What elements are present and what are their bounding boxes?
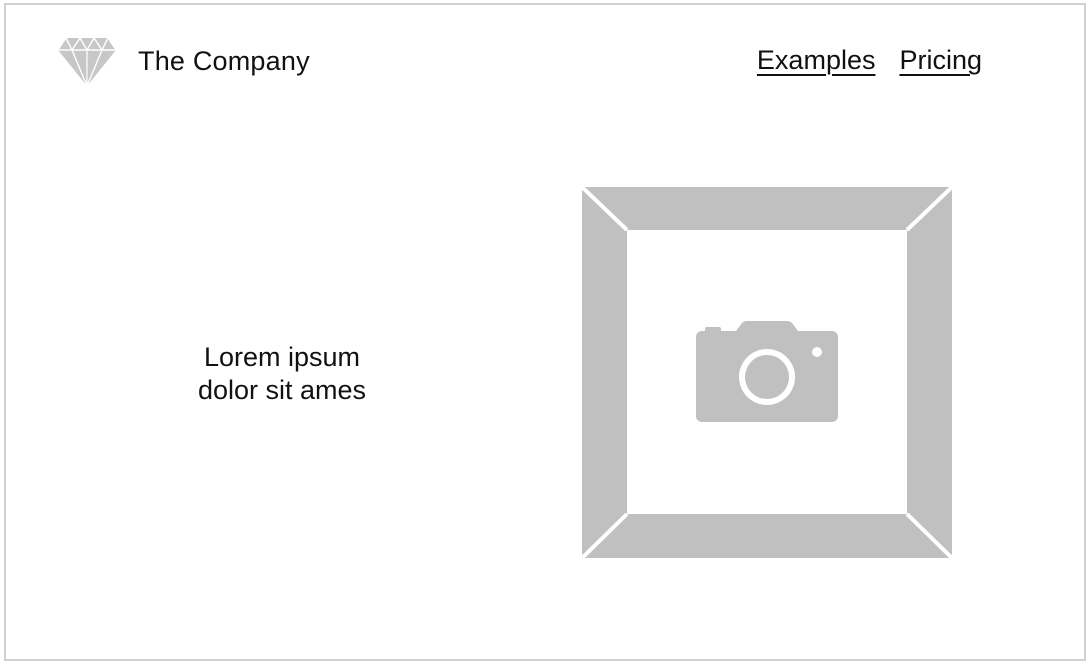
hero-text-line-1: Lorem ipsum xyxy=(203,342,361,372)
hero-text-line-2: dolor sit ames xyxy=(197,375,367,405)
nav-link-examples[interactable]: Examples xyxy=(757,45,876,76)
nav-link-pricing[interactable]: Pricing xyxy=(899,45,982,76)
hero-text: Lorem ipsum dolor sit ames xyxy=(140,341,424,407)
camera-icon xyxy=(696,321,838,422)
company-name: The Company xyxy=(138,45,310,76)
top-nav: Examples Pricing xyxy=(757,45,982,76)
brand[interactable]: The Company xyxy=(56,34,310,88)
page: The Company Examples Pricing Lorem ipsum… xyxy=(0,0,1090,664)
image-placeholder xyxy=(582,187,952,558)
diamond-icon xyxy=(57,36,117,87)
